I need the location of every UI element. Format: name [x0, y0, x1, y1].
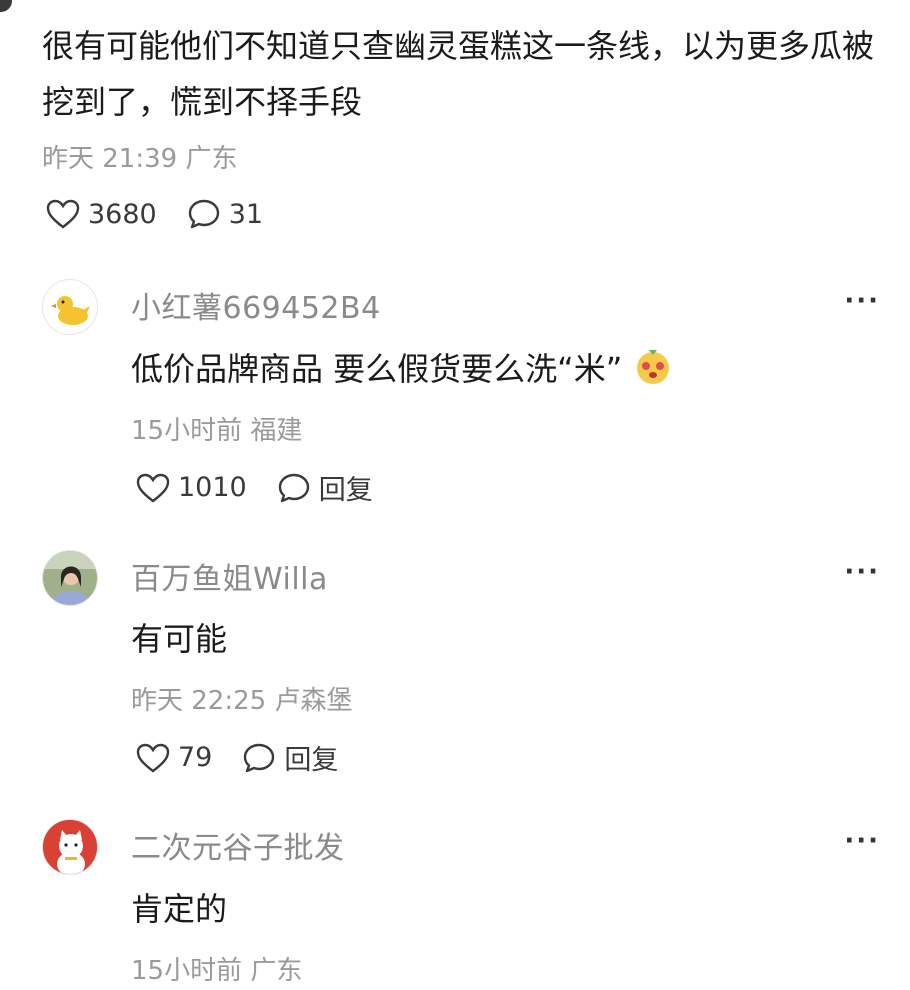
duck-avatar-icon	[51, 296, 90, 325]
reply-meta: 昨天 22:25 卢森堡	[131, 680, 352, 717]
comment-body: 很有可能他们不知道只查幽灵蛋糕这一条线，以为更多瓜被挖到了，慌到不择手段	[42, 27, 875, 121]
timestamp: 15小时前	[131, 416, 243, 446]
lucky-cat-avatar-icon	[43, 820, 97, 874]
heart-icon	[136, 473, 170, 503]
like-button[interactable]: 3680	[46, 199, 157, 230]
reply-actions: 79 回复	[136, 738, 368, 777]
more-options-button[interactable]: ···	[844, 557, 880, 587]
location: 广东	[185, 144, 238, 174]
main-comment-text: 很有可能他们不知道只查幽灵蛋糕这一条线，以为更多瓜被挖到了，慌到不择手段	[42, 18, 892, 130]
username[interactable]: 百万鱼姐Willa	[131, 554, 328, 598]
reply-text: 有可能	[131, 620, 228, 658]
more-options-button[interactable]: ···	[844, 826, 880, 856]
like-button[interactable]: 1010	[136, 472, 247, 503]
reply-button[interactable]: 回复	[277, 468, 373, 507]
like-button[interactable]: 79	[136, 742, 212, 773]
main-comment-meta: 昨天 21:39 广东	[42, 138, 237, 175]
more-options-button[interactable]: ···	[844, 286, 880, 316]
reply-label: 回复	[284, 745, 339, 776]
username[interactable]: 二次元谷子批发	[131, 823, 345, 867]
avatar[interactable]	[42, 819, 98, 875]
heart-icon	[46, 199, 80, 229]
reply-actions: 1010 回复	[136, 468, 403, 507]
reply-body: 低价品牌商品 要么假货要么洗“米”	[131, 344, 673, 390]
face-emoji-icon	[636, 350, 669, 384]
reply-label: 回复	[318, 475, 373, 506]
location: 卢森堡	[274, 686, 353, 716]
heart-icon	[136, 743, 170, 773]
timestamp: 昨天 21:39	[42, 144, 178, 174]
avatar[interactable]	[42, 550, 98, 606]
comment-button[interactable]: 31	[187, 198, 263, 230]
reply-meta: 15小时前 广东	[131, 950, 302, 987]
location: 广东	[250, 956, 303, 986]
location: 福建	[250, 416, 303, 446]
timestamp: 15小时前	[131, 956, 243, 986]
speech-bubble-icon	[188, 199, 219, 229]
speech-bubble-icon	[278, 473, 309, 502]
like-count: 79	[178, 742, 213, 773]
like-count: 1010	[178, 472, 247, 503]
avatar[interactable]	[42, 279, 98, 335]
avatar-fragment	[0, 0, 12, 12]
like-count: 3680	[88, 198, 157, 230]
reply-button[interactable]: 回复	[242, 738, 338, 777]
reply-count: 31	[228, 198, 264, 230]
photo-avatar-icon	[43, 551, 97, 605]
reply-text: 肯定的	[131, 890, 228, 928]
reply-text: 低价品牌商品 要么假货要么洗“米”	[131, 350, 623, 388]
speech-bubble-icon	[244, 743, 275, 772]
reply-meta: 15小时前 福建	[131, 410, 302, 447]
username[interactable]: 小红薯669452B4	[131, 283, 381, 327]
main-comment-actions: 3680 31	[46, 198, 293, 230]
timestamp: 昨天 22:25	[131, 686, 267, 716]
